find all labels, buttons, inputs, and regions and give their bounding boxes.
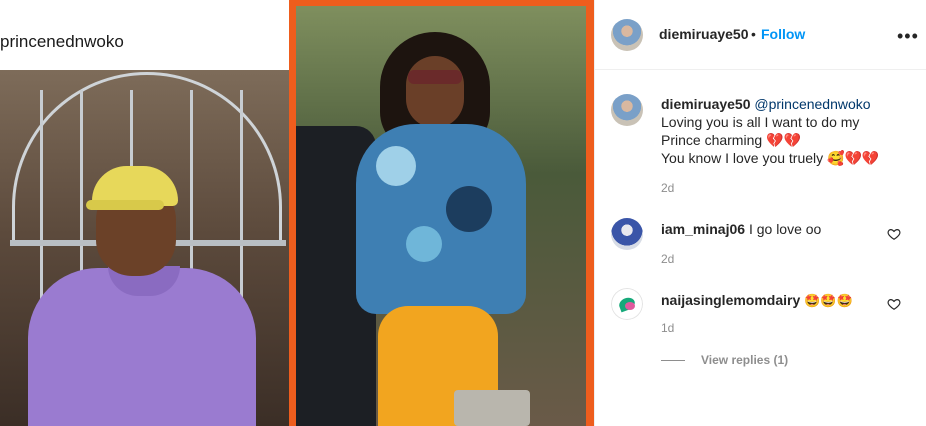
- reply-divider-line: [661, 359, 685, 361]
- avatar[interactable]: [611, 218, 643, 250]
- avatar[interactable]: [611, 19, 643, 51]
- follow-button[interactable]: Follow: [761, 26, 805, 42]
- comments-panel: diemiruaye50 • Follow ••• diemiruaye50 @…: [594, 0, 926, 426]
- comment-text: 🤩🤩🤩: [804, 294, 853, 309]
- photo-caption: princenednwoko: [0, 32, 124, 51]
- comment-username[interactable]: naijasinglemomdairy: [661, 292, 800, 308]
- handbag: [454, 390, 530, 426]
- comment-timestamp[interactable]: 1d: [661, 321, 674, 335]
- comment-text: I go love oo: [748, 221, 822, 237]
- photo-right: [296, 6, 586, 426]
- photo-left: princenednwoko: [0, 0, 289, 426]
- view-replies-button[interactable]: View replies (1): [661, 353, 788, 367]
- comment-text-line: You know I love you truely 🥰💔💔: [661, 150, 880, 166]
- view-replies-label[interactable]: View replies (1): [701, 353, 788, 367]
- mention-link[interactable]: @princenednwoko: [754, 96, 870, 112]
- comment-timestamp[interactable]: 2d: [661, 181, 674, 195]
- comment-username[interactable]: diemiruaye50: [661, 96, 751, 112]
- comment-username[interactable]: iam_minaj06: [661, 221, 745, 237]
- woman-face: [406, 56, 464, 128]
- heart-icon[interactable]: [887, 227, 901, 241]
- sunglasses: [408, 70, 462, 84]
- post-header: diemiruaye50 • Follow •••: [595, 0, 926, 70]
- post-author-username[interactable]: diemiruaye50: [659, 26, 749, 42]
- avatar[interactable]: [611, 94, 643, 126]
- heart-icon[interactable]: [887, 297, 901, 311]
- avatar[interactable]: [611, 288, 643, 320]
- comment-text-line: Prince charming 💔💔: [661, 132, 801, 148]
- comment-text-line: Loving you is all I want to do my: [661, 114, 860, 130]
- separator-dot: •: [751, 26, 756, 42]
- comment-timestamp[interactable]: 2d: [661, 252, 674, 266]
- more-horizontal-icon[interactable]: •••: [897, 26, 919, 47]
- post-media[interactable]: princenednwoko: [0, 0, 594, 426]
